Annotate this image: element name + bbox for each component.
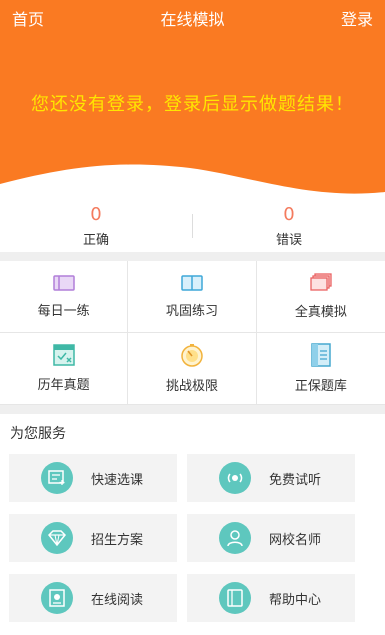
services-title: 为您服务 (10, 426, 66, 442)
home-link[interactable]: 首页 (12, 6, 44, 30)
services-grid: 快速选课 免费试听 招生方案 网校名师 在线阅读 帮助中心 (0, 454, 385, 622)
menu-label: 正保题库 (294, 379, 347, 394)
page-title: 在线模拟 (160, 10, 225, 29)
service-help-center[interactable]: 帮助中心 (187, 574, 355, 622)
calendar-icon (52, 275, 75, 291)
login-prompt: 您还没有登录，登录后显示做题结果！ (31, 94, 354, 115)
book-icon (181, 275, 203, 291)
menu-label: 挑战极限 (165, 379, 218, 394)
hero-wave (0, 164, 385, 200)
help-book-icon (219, 582, 251, 614)
wrong-stat: 0 错误 (193, 203, 385, 248)
stacked-papers-icon (310, 273, 332, 291)
menu-past-exams[interactable]: 历年真题 (0, 333, 129, 405)
result-stats: 0 正确 0 错误 (0, 200, 385, 252)
diamond-icon (41, 522, 73, 554)
stopwatch-icon (181, 344, 203, 367)
service-label: 在线阅读 (91, 592, 144, 608)
correct-count: 0 (90, 203, 102, 225)
correct-stat: 0 正确 (0, 203, 192, 248)
section-gap (0, 405, 385, 414)
menu-label: 全真模拟 (294, 305, 347, 320)
menu-review-practice[interactable]: 巩固练习 (128, 261, 257, 333)
service-online-reading[interactable]: 在线阅读 (9, 574, 177, 622)
course-select-icon (41, 462, 73, 494)
wrong-count: 0 (283, 203, 295, 225)
section-gap (0, 252, 385, 261)
menu-question-bank[interactable]: 正保题库 (256, 333, 385, 405)
question-bank-icon (311, 343, 331, 367)
menu-full-mock[interactable]: 全真模拟 (256, 261, 385, 333)
menu-challenge[interactable]: 挑战极限 (128, 333, 257, 405)
practice-menu: 每日一练 巩固练习 全真模拟 历年真题 挑战极限 正保题库 (0, 261, 385, 405)
correct-label: 正确 (82, 232, 109, 248)
menu-label: 每日一练 (37, 304, 90, 319)
login-link[interactable]: 登录 (341, 6, 373, 30)
teacher-icon (219, 522, 251, 554)
menu-daily-practice[interactable]: 每日一练 (0, 261, 129, 333)
service-label: 招生方案 (91, 532, 144, 548)
audio-play-icon (219, 462, 251, 494)
service-enrollment-plan[interactable]: 招生方案 (9, 514, 177, 562)
top-bar: 首页 在线模拟 登录 (0, 0, 385, 36)
service-label: 快速选课 (91, 472, 144, 488)
service-label: 免费试听 (269, 472, 322, 488)
service-course-select[interactable]: 快速选课 (9, 454, 177, 502)
service-teachers[interactable]: 网校名师 (187, 514, 355, 562)
exam-sheet-icon (52, 344, 75, 366)
menu-label: 巩固练习 (165, 304, 218, 319)
hero-banner: 首页 在线模拟 登录 您还没有登录，登录后显示做题结果！ (0, 0, 385, 200)
reading-icon (41, 582, 73, 614)
wrong-label: 错误 (275, 232, 302, 248)
service-free-trial[interactable]: 免费试听 (187, 454, 355, 502)
service-label: 网校名师 (269, 532, 322, 548)
service-label: 帮助中心 (269, 592, 322, 608)
menu-label: 历年真题 (37, 378, 90, 393)
